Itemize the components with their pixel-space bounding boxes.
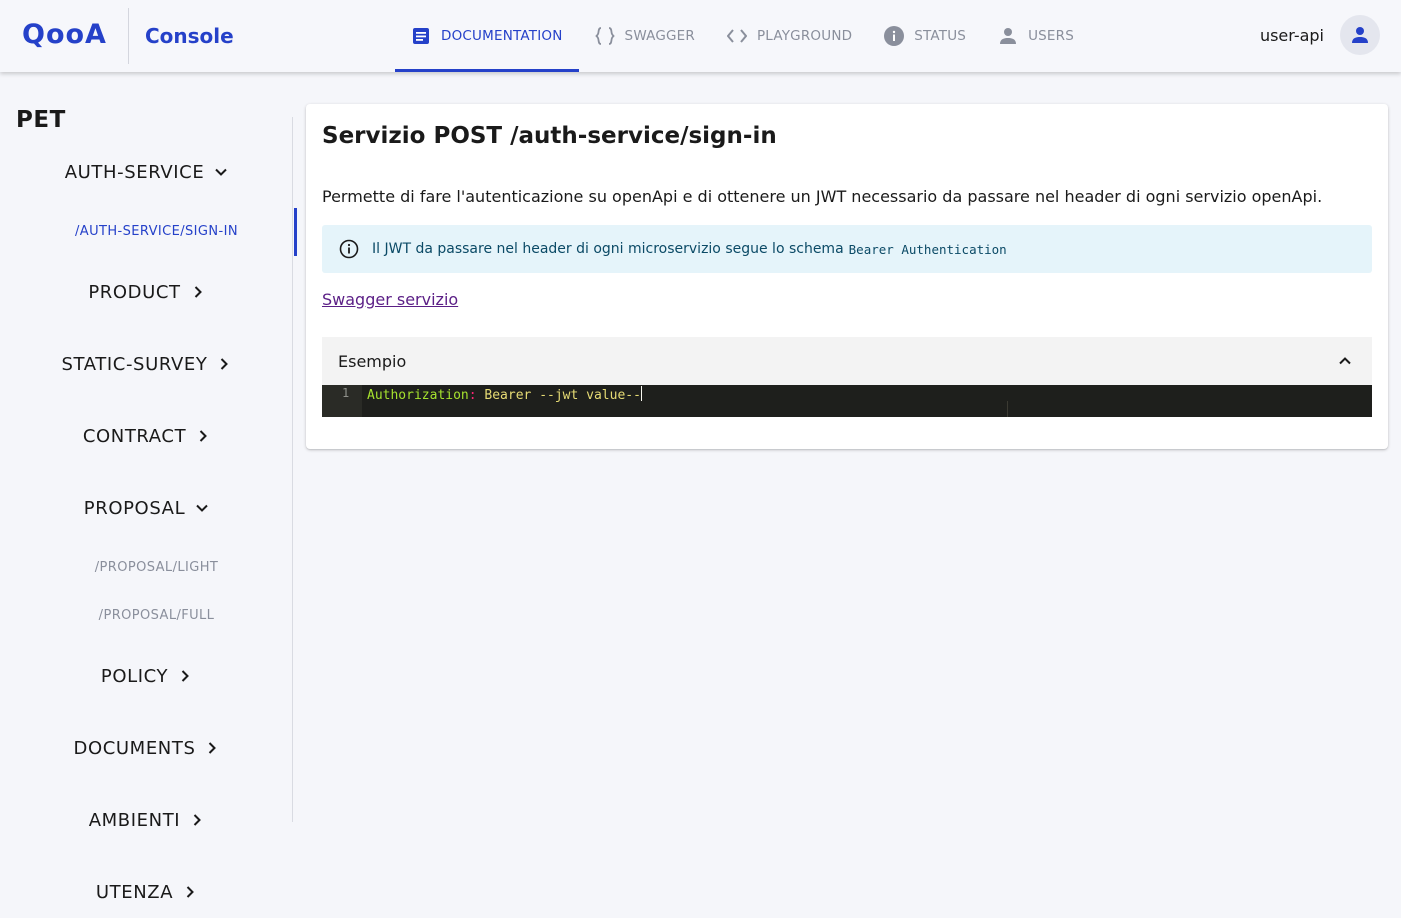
sidebar-item-auth-service[interactable]: AUTH-SERVICE: [0, 157, 293, 187]
sidebar-item-utenza[interactable]: UTENZA: [0, 877, 293, 907]
sidebar-subitem-proposal-full[interactable]: /PROPOSAL/FULL: [10, 606, 303, 626]
sidebar-item-label: CONTRACT: [82, 425, 187, 447]
service-description: Permette di fare l'autenticazione su ope…: [322, 187, 1323, 206]
chevron-down-icon: [195, 501, 209, 515]
tab-swagger[interactable]: SWAGGER: [579, 0, 711, 72]
code-key: Authorization: [367, 388, 469, 403]
info-icon: [884, 26, 905, 46]
example-accordion-header[interactable]: Esempio: [322, 337, 1372, 385]
main-nav: DOCUMENTATION SWAGGER PLAYGROUND STATUS …: [395, 0, 1090, 72]
tab-status[interactable]: STATUS: [868, 0, 982, 72]
info-alert: Il JWT da passare nel header di ogni mic…: [322, 225, 1372, 273]
sidebar-item-label: PRODUCT: [88, 281, 181, 303]
sidebar-item-label: PROPOSAL: [83, 497, 186, 519]
chevron-right-icon: [190, 813, 204, 827]
chevron-right-icon: [196, 429, 210, 443]
info-code: Bearer Authentication: [848, 241, 1007, 257]
documentation-card: Servizio POST /auth-service/sign-in Perm…: [306, 104, 1388, 449]
text-caret: [640, 386, 642, 401]
tab-label: STATUS: [914, 28, 967, 44]
sidebar-item-proposal[interactable]: PROPOSAL: [0, 493, 293, 523]
sidebar-section-title: PET: [16, 107, 66, 133]
code-separator: :: [468, 388, 477, 403]
sidebar-item-label: AMBIENTI: [88, 809, 181, 831]
sidebar-item-documents[interactable]: DOCUMENTS: [0, 733, 293, 763]
sidebar-item-contract[interactable]: CONTRACT: [0, 421, 293, 451]
sidebar-item-label: POLICY: [100, 665, 169, 687]
tab-label: DOCUMENTATION: [441, 28, 563, 44]
sidebar-item-product[interactable]: PRODUCT: [0, 277, 293, 307]
code-editor[interactable]: 1 Authorization: Bearer --jwt value--: [322, 385, 1372, 417]
sidebar-item-label: STATIC-SURVEY: [61, 353, 208, 375]
line-number: 1: [342, 386, 350, 400]
sidebar-subitem-sign-in[interactable]: /AUTH-SERVICE/SIGN-IN: [10, 222, 303, 242]
sidebar-item-label: AUTH-SERVICE: [64, 161, 205, 183]
sidebar-item-static-survey[interactable]: STATIC-SURVEY: [0, 349, 293, 379]
code-icon: [726, 26, 747, 46]
page-title: Servizio POST /auth-service/sign-in: [322, 123, 777, 149]
code-line: Authorization: Bearer --jwt value--: [367, 386, 642, 403]
editor-gutter: 1: [322, 385, 362, 417]
chevron-right-icon: [205, 741, 219, 755]
swagger-service-link[interactable]: Swagger servizio: [322, 290, 458, 309]
chevron-right-icon: [191, 285, 205, 299]
chevron-right-icon: [178, 669, 192, 683]
example-accordion: Esempio 1 Authorization: Bearer --jwt va…: [322, 337, 1372, 417]
braces-icon: [594, 26, 615, 46]
tab-documentation[interactable]: DOCUMENTATION: [395, 0, 579, 72]
sidebar-item-policy[interactable]: POLICY: [0, 661, 293, 691]
tab-playground[interactable]: PLAYGROUND: [711, 0, 868, 72]
logo-divider: [128, 8, 129, 64]
code-value: Bearer --jwt value--: [476, 388, 641, 403]
chevron-right-icon: [183, 885, 197, 899]
chevron-down-icon: [214, 165, 228, 179]
tab-label: USERS: [1028, 28, 1075, 44]
info-outline-icon: [338, 238, 360, 260]
info-text: Il JWT da passare nel header di ogni mic…: [372, 241, 844, 257]
tab-label: PLAYGROUND: [756, 28, 853, 44]
tab-label: SWAGGER: [624, 28, 695, 44]
app-title: Console: [145, 24, 234, 48]
top-bar: QooA Console DOCUMENTATION SWAGGER PLAYG…: [0, 0, 1401, 72]
user-name[interactable]: user-api: [1260, 26, 1324, 45]
sidebar-item-label: UTENZA: [95, 881, 174, 903]
logo[interactable]: QooA: [22, 19, 107, 50]
sidebar-subitem-proposal-light[interactable]: /PROPOSAL/LIGHT: [10, 558, 303, 578]
sidebar-item-ambienti[interactable]: AMBIENTI: [0, 805, 293, 835]
document-icon: [411, 26, 431, 46]
avatar[interactable]: [1340, 15, 1380, 55]
accordion-title: Esempio: [338, 351, 407, 371]
sidebar-item-label: DOCUMENTS: [73, 737, 196, 759]
tab-users[interactable]: USERS: [982, 0, 1090, 72]
print-margin: [1007, 401, 1008, 417]
person-icon: [998, 26, 1018, 46]
chevron-right-icon: [217, 357, 231, 371]
person-icon: [1351, 26, 1369, 44]
chevron-up-icon: [1338, 354, 1352, 368]
active-indicator: [294, 208, 297, 256]
